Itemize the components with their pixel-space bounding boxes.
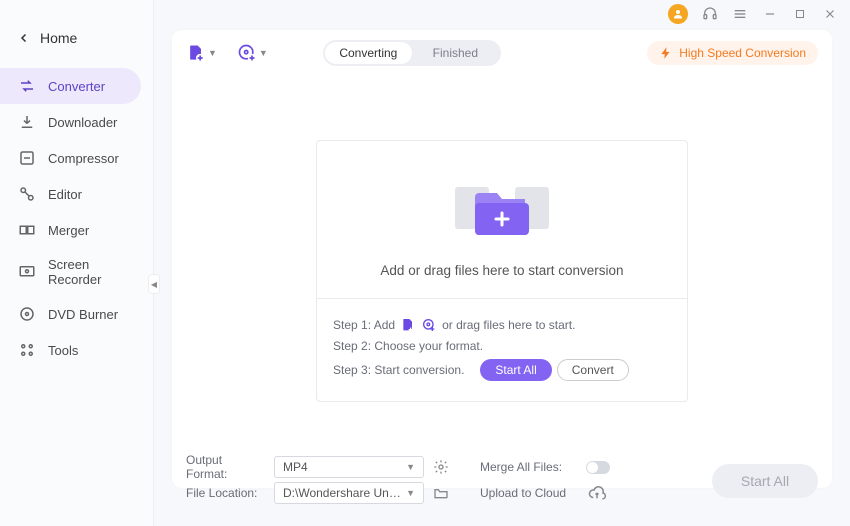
downloader-icon [18, 113, 36, 131]
sidebar-item-tools[interactable]: Tools [0, 332, 153, 368]
chevron-down-icon: ▼ [259, 48, 268, 58]
add-disc-dropdown[interactable]: ▼ [237, 43, 268, 63]
steps-panel: Step 1: Add or drag files here to start.… [317, 298, 687, 401]
chevron-down-icon: ▼ [406, 488, 415, 498]
sidebar-item-merger[interactable]: Merger [0, 212, 153, 248]
output-format-label: Output Format: [186, 453, 266, 481]
sidebar-item-screen-recorder[interactable]: Screen Recorder [0, 248, 153, 296]
step1-pre: Step 1: Add [333, 318, 395, 332]
chevron-down-icon: ▼ [208, 48, 217, 58]
merger-icon [18, 221, 36, 239]
output-format-select[interactable]: MP4 ▼ [274, 456, 424, 478]
step3-text: Step 3: Start conversion. [333, 363, 464, 377]
high-speed-badge[interactable]: High Speed Conversion [647, 41, 818, 65]
disc-plus-icon[interactable] [421, 317, 437, 333]
sidebar-home[interactable]: Home [0, 20, 153, 56]
sidebar-item-converter[interactable]: Converter [0, 68, 141, 104]
main-panel: ▼ ▼ Converting Finished High Speed Conve… [172, 30, 832, 488]
sidebar-item-dvd-burner[interactable]: DVD Burner [0, 296, 153, 332]
sidebar-item-label: Merger [48, 223, 89, 238]
disc-plus-icon [237, 43, 257, 63]
step1-post: or drag files here to start. [442, 318, 575, 332]
step2-text: Step 2: Choose your format. [333, 339, 483, 353]
folder-open-icon[interactable] [432, 484, 450, 502]
minimize-icon[interactable] [762, 6, 778, 22]
bottom-bar: Output Format: MP4 ▼ Merge All Files: Fi… [172, 454, 832, 514]
menu-icon[interactable] [732, 6, 748, 22]
file-location-label: File Location: [186, 486, 266, 500]
sidebar-item-label: Converter [48, 79, 105, 94]
merge-toggle[interactable] [586, 461, 610, 474]
tab-finished[interactable]: Finished [412, 42, 499, 64]
compressor-icon [18, 149, 36, 167]
converter-icon [18, 77, 36, 95]
upload-label: Upload to Cloud [480, 486, 566, 500]
convert-pill[interactable]: Convert [557, 359, 629, 381]
tab-converting[interactable]: Converting [325, 42, 412, 64]
folder-illustration [317, 167, 687, 247]
output-format-value: MP4 [283, 460, 308, 474]
status-tabs: Converting Finished [323, 40, 501, 66]
home-label: Home [40, 30, 77, 46]
merge-label: Merge All Files: [480, 460, 562, 474]
tools-icon [18, 341, 36, 359]
sidebar-item-label: Tools [48, 343, 78, 358]
chevron-left-icon [18, 32, 30, 44]
sidebar-item-label: Screen Recorder [48, 257, 135, 287]
sidebar: Home Converter Downloader Compressor Edi… [0, 0, 154, 526]
sidebar-item-label: DVD Burner [48, 307, 118, 322]
gear-icon[interactable] [432, 458, 450, 476]
chevron-down-icon: ▼ [406, 462, 415, 472]
sidebar-item-label: Compressor [48, 151, 119, 166]
add-file-dropdown[interactable]: ▼ [186, 43, 217, 63]
headset-icon[interactable] [702, 6, 718, 22]
avatar[interactable] [668, 4, 688, 24]
sidebar-item-label: Downloader [48, 115, 117, 130]
file-plus-icon [186, 43, 206, 63]
sidebar-collapse-handle[interactable]: ◀ [148, 274, 160, 294]
file-location-select[interactable]: D:\Wondershare UniConverter 1 ▼ [274, 482, 424, 504]
start-all-pill[interactable]: Start All [480, 359, 551, 381]
cloud-upload-icon[interactable] [588, 484, 606, 502]
drop-text: Add or drag files here to start conversi… [317, 263, 687, 278]
dvd-icon [18, 305, 36, 323]
sidebar-item-downloader[interactable]: Downloader [0, 104, 153, 140]
file-plus-icon[interactable] [400, 317, 416, 333]
sidebar-item-editor[interactable]: Editor [0, 176, 153, 212]
drop-zone[interactable]: Add or drag files here to start conversi… [316, 140, 688, 402]
bolt-icon [659, 46, 673, 60]
high-speed-label: High Speed Conversion [679, 46, 806, 60]
close-icon[interactable] [822, 6, 838, 22]
editor-icon [18, 185, 36, 203]
recorder-icon [18, 263, 36, 281]
maximize-icon[interactable] [792, 6, 808, 22]
file-location-value: D:\Wondershare UniConverter 1 [283, 486, 403, 500]
sidebar-item-label: Editor [48, 187, 82, 202]
sidebar-item-compressor[interactable]: Compressor [0, 140, 153, 176]
start-all-button[interactable]: Start All [712, 464, 818, 498]
